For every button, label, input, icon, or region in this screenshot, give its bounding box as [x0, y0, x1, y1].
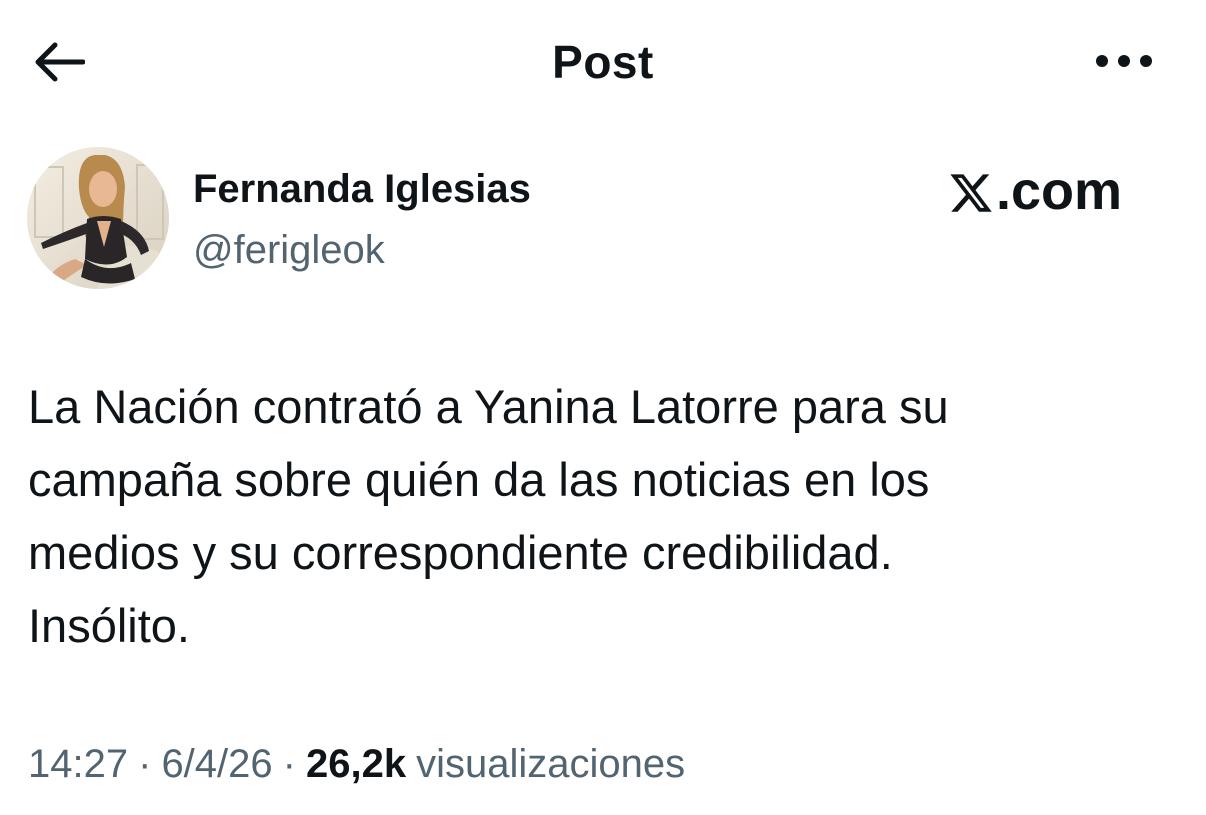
more-options-button[interactable]: [1092, 38, 1156, 84]
x-com-watermark: .com: [948, 160, 1122, 222]
author-handle[interactable]: @ferigleok: [193, 226, 385, 274]
meta-separator: ·: [282, 742, 296, 786]
meta-separator: ·: [138, 742, 152, 786]
post-body: La Nación contrató a Yanina Latorre para…: [28, 370, 1178, 662]
avatar[interactable]: [27, 147, 169, 289]
profile-photo: [27, 147, 169, 289]
post-line: Insólito.: [28, 599, 190, 652]
top-bar: Post: [0, 0, 1206, 125]
post-line: La Nación contrató a Yanina Latorre para…: [28, 380, 949, 433]
x-logo-icon: [950, 174, 992, 212]
more-horizontal-icon: [1096, 55, 1152, 67]
views-label[interactable]: visualizaciones: [416, 742, 685, 786]
brand-domain-text: .com: [995, 161, 1122, 221]
post-meta: 14:27 · 6/4/26 · 26,2k visualizaciones: [28, 738, 685, 790]
page-title: Post: [552, 36, 654, 88]
post-line: campaña sobre quién da las noticias en l…: [28, 453, 930, 506]
post-date[interactable]: 6/4/26: [161, 742, 272, 786]
author-name[interactable]: Fernanda Iglesias: [193, 165, 531, 213]
views-count[interactable]: 26,2k: [306, 742, 406, 786]
post-time[interactable]: 14:27: [28, 742, 128, 786]
post-line: medios y su correspondiente credibilidad…: [28, 526, 893, 579]
